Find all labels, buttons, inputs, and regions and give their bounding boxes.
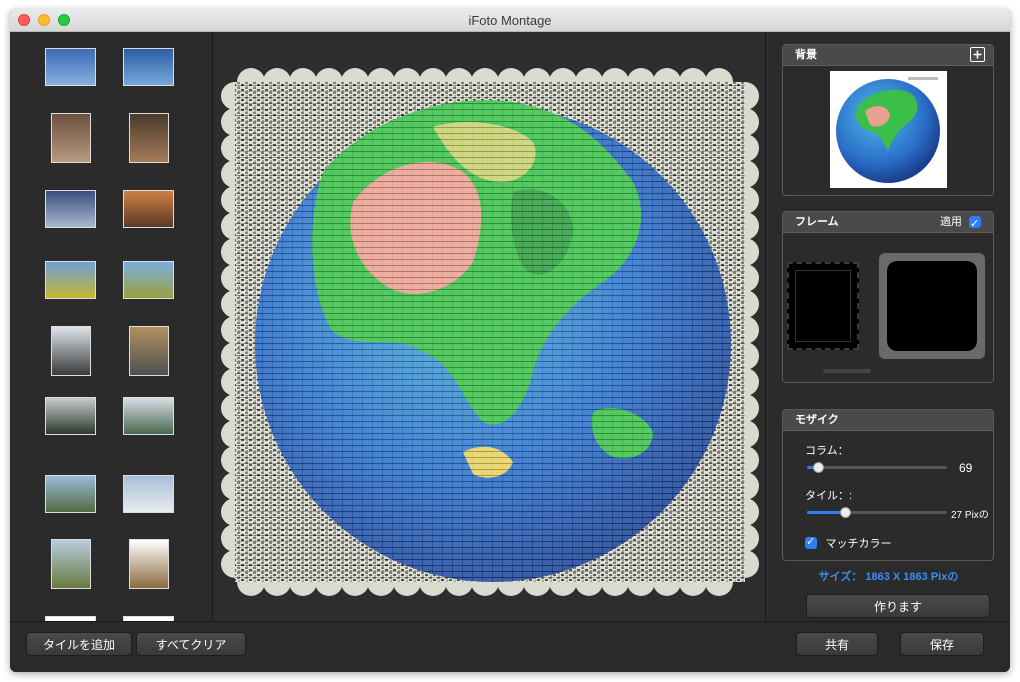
save-button[interactable]: 保存: [900, 632, 984, 656]
window-title: iFoto Montage: [468, 13, 552, 28]
tile-thumbnail[interactable]: [51, 326, 91, 376]
tile-thumbnail[interactable]: [45, 48, 96, 86]
plus-square-icon[interactable]: [970, 47, 985, 62]
tile-value: 27 Pixの: [951, 510, 989, 521]
background-image[interactable]: [830, 71, 947, 188]
share-button[interactable]: 共有: [796, 632, 878, 656]
background-group: 背景: [782, 44, 994, 196]
tile-thumbnail[interactable]: [123, 397, 174, 435]
mosaic-image: [221, 68, 759, 596]
tile-thumbnail[interactable]: [51, 539, 91, 589]
tile-thumbnail[interactable]: [123, 190, 174, 228]
tile-label: タイル：:: [805, 490, 853, 502]
tile-thumbnail[interactable]: [123, 475, 174, 513]
tile-slider-knob[interactable]: [839, 507, 851, 518]
frame-group: フレーム 適用: [782, 211, 994, 383]
frame-apply-label: 適用: [939, 216, 962, 228]
tile-thumbnail[interactable]: [129, 113, 169, 163]
tile-thumbnail[interactable]: [45, 475, 96, 513]
background-header: 背景: [783, 45, 993, 66]
size-info: サイズ： 1863 X 1863 Pixの: [818, 571, 959, 583]
frame-option-scalloped[interactable]: [879, 253, 985, 359]
settings-panel: 背景 フレーム 適用 ✓ モザイク コラム： 69 タイル：: 27 Pixの …: [765, 32, 1010, 621]
tile-thumbnail[interactable]: [129, 326, 169, 376]
add-tile-button[interactable]: タイルを追加: [26, 632, 132, 656]
tile-thumbnail[interactable]: [123, 48, 174, 86]
mosaic-title: モザイク: [795, 414, 839, 426]
mosaic-group: モザイク コラム： 69 タイル：: 27 Pixの マッチカラー: [782, 409, 994, 561]
frame-header: フレーム 適用: [783, 212, 993, 234]
title-bar: iFoto Montage: [10, 9, 1010, 32]
create-button[interactable]: 作ります: [806, 594, 990, 618]
clear-all-button[interactable]: すべてクリア: [136, 632, 246, 656]
frame-scrollbar[interactable]: [823, 369, 871, 373]
tile-thumbnail[interactable]: [45, 190, 96, 228]
background-title: 背景: [795, 49, 817, 61]
tile-thumbnail-list[interactable]: [10, 32, 213, 621]
mosaic-header: モザイク: [783, 410, 993, 431]
column-slider[interactable]: [807, 466, 947, 469]
column-label: コラム：: [805, 445, 849, 457]
tile-thumbnail[interactable]: [123, 261, 174, 299]
tile-thumbnail[interactable]: [51, 113, 91, 163]
frame-apply-checkbox[interactable]: [969, 214, 981, 234]
tile-thumbnail[interactable]: [45, 261, 96, 299]
tile-thumbnail[interactable]: [129, 539, 169, 589]
column-slider-knob[interactable]: [813, 462, 825, 473]
tile-thumbnail[interactable]: [45, 397, 96, 435]
bottom-toolbar: タイルを追加 すべてクリア 共有 保存: [10, 621, 1010, 672]
match-color-checkbox[interactable]: [805, 535, 817, 549]
match-color-label: マッチカラー: [825, 538, 892, 550]
mosaic-preview: [213, 32, 764, 621]
frame-title-label: フレーム: [795, 216, 839, 228]
app-window: iFoto Montage 背景 フレーム 適用 ✓ モザイク コラム： 69 …: [10, 9, 1010, 672]
frame-option-stamp[interactable]: [787, 262, 859, 350]
column-value: 69: [959, 461, 973, 475]
